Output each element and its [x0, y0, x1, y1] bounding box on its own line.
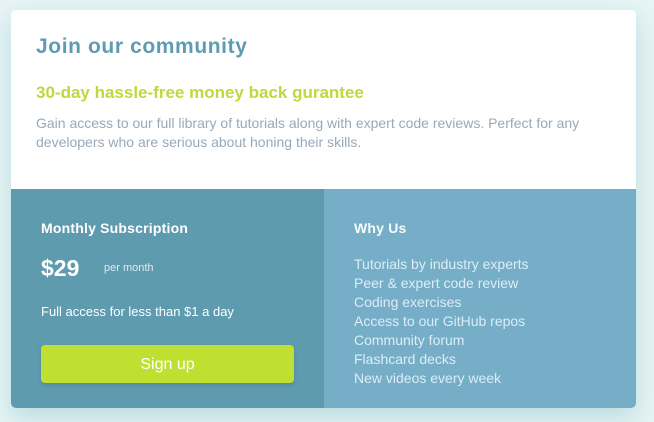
why-us-item-tutorials: Tutorials by industry experts [354, 256, 529, 272]
why-us-item-community-forum: Community forum [354, 332, 465, 348]
intro-description: Gain access to our full library of tutor… [36, 115, 580, 150]
why-us-heading: Why Us [354, 220, 407, 236]
price-period: per month [104, 262, 154, 274]
sign-up-button[interactable]: Sign up [41, 345, 294, 383]
pricing-section: Monthly Subscription $29 per month Full … [11, 189, 636, 408]
why-us-item-coding-exercises: Coding exercises [354, 294, 462, 310]
intro-section: Join our community 30-day hassle-free mo… [11, 10, 636, 189]
subscription-panel: Monthly Subscription $29 per month Full … [11, 189, 324, 408]
page-title: Join our community [36, 35, 248, 58]
why-us-item-github-repos: Access to our GitHub repos [354, 313, 526, 329]
access-text: Full access for less than $1 a day [41, 304, 234, 319]
subscription-heading: Monthly Subscription [41, 220, 189, 236]
price-amount: $29 [41, 255, 80, 281]
why-us-panel: Why Us Tutorials by industry experts Pee… [324, 189, 636, 408]
guarantee-heading: 30-day hassle-free money back gurantee [36, 83, 364, 102]
community-card: Join our community 30-day hassle-free mo… [11, 10, 636, 408]
why-us-list: Tutorials by industry experts Peer & exp… [354, 255, 529, 388]
why-us-item-new-videos: New videos every week [354, 370, 502, 386]
why-us-item-flashcard-decks: Flashcard decks [354, 351, 456, 367]
why-us-item-code-review: Peer & expert code review [354, 275, 519, 291]
